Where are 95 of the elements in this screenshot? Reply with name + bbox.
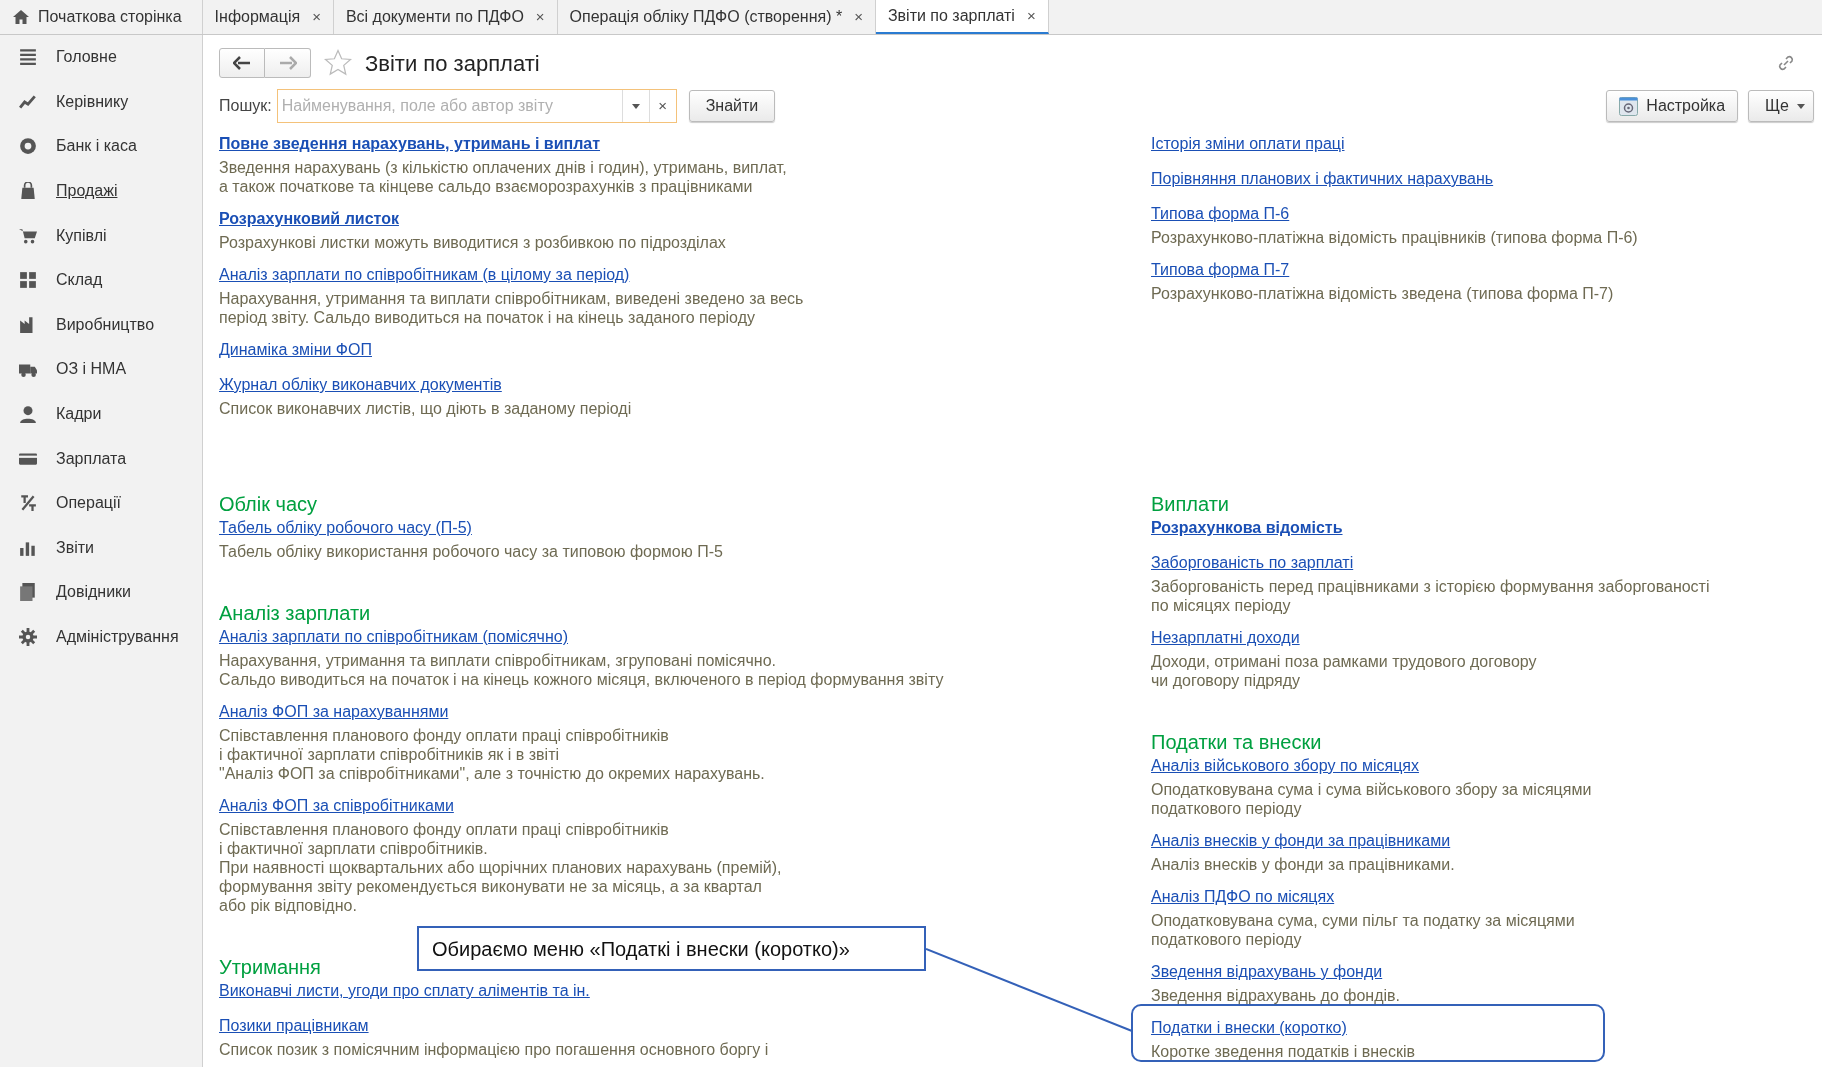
report-link[interactable]: Аналіз внесків у фонди за працівниками xyxy=(1151,829,1451,853)
documents-icon xyxy=(19,583,37,602)
callout-box: Обираємо меню «Податкі і внески (коротко)» xyxy=(417,926,926,971)
report-link[interactable]: Розрахунковий листок xyxy=(219,207,399,231)
tab[interactable]: Всі документи по ПДФО × xyxy=(333,0,558,34)
tab[interactable]: Інформація × xyxy=(202,0,334,34)
report-link[interactable]: Типова форма П-7 xyxy=(1151,258,1290,282)
search-field[interactable]: Найменування, поле або автор звіту × xyxy=(276,89,677,123)
page-title: Звіти по зарплаті xyxy=(365,49,540,78)
cart-icon xyxy=(19,226,37,245)
report-description: Розрахунково-платіжна відомість працівників (типова форма П-6) xyxy=(1151,228,1639,247)
gear-icon xyxy=(19,628,37,646)
menu-icon xyxy=(19,48,37,67)
sidebar-item[interactable]: Купівлі xyxy=(0,213,202,258)
more-button[interactable]: Ще xyxy=(1748,90,1814,122)
report-link[interactable]: Аналіз військового збору по місяцях xyxy=(1151,754,1419,778)
report-link[interactable]: Порівняння планових і фактичних нарахувань xyxy=(1151,167,1494,191)
report-description: Заборгованість перед працівниками з історією формування заборгованості по місяцях періоду xyxy=(1151,577,1711,615)
report-link[interactable]: Типова форма П-6 xyxy=(1151,202,1290,226)
find-button[interactable]: Знайти xyxy=(688,90,776,122)
close-icon[interactable]: × xyxy=(854,5,863,29)
sidebar-item[interactable]: Адміністрування xyxy=(0,614,202,660)
report-link[interactable]: Заборгованість по зарплаті xyxy=(1151,551,1354,575)
report-link[interactable]: Табель обліку робочого часу (П-5) xyxy=(219,516,472,540)
report-link[interactable]: Аналіз ФОП за співробітниками xyxy=(219,794,454,818)
close-icon[interactable]: × xyxy=(535,5,545,29)
tab[interactable]: Звіти по зарплаті × xyxy=(875,0,1049,34)
grid-icon xyxy=(19,271,37,290)
report-description: Співставлення планового фонду оплати праці співробітників і фактичної зарплати співробітників. При наявності щоквартальних або щорічних планових нарахувань (премій), формування звіту рекомендується виконувати не за місяць, а за квартал або рік відповідно. xyxy=(219,820,783,915)
settings-button[interactable]: Настройка xyxy=(1606,90,1739,122)
sidebar-item[interactable]: Продажі xyxy=(0,168,202,214)
sidebar-item[interactable]: Банк і каса xyxy=(0,124,202,169)
report-description: Співставлення планового фонду оплати праці співробітників і фактичної зарплати співробітників як і в звіті "Аналіз ФОП за співробітниками", але з точністю до окремих нарахувань. xyxy=(219,726,766,783)
settings-icon xyxy=(1619,96,1639,116)
report-link[interactable]: Розрахункова відомість xyxy=(1151,516,1343,540)
section-heading: Утримання xyxy=(219,955,321,979)
report-link[interactable]: Повне зведення нарахувань, утримань і виплат xyxy=(219,132,601,156)
report-description: Розрахункові листки можуть виводитися з розбивкою по підрозділах xyxy=(219,233,727,252)
report-description: Зведення нарахувань (з кількістю оплачених днів і годин), утримань, виплат, а також початкове та кінцеве сальдо взаєморозрахунків з працівниками xyxy=(219,158,788,196)
report-link[interactable]: Журнал обліку виконавчих документів xyxy=(219,373,502,397)
report-link[interactable]: Аналіз зарплати по співробітникам (помісячно) xyxy=(219,625,568,649)
person-icon xyxy=(19,405,37,424)
report-link[interactable]: Незарплатні доходи xyxy=(1151,626,1300,650)
sidebar-item[interactable]: Виробництво xyxy=(0,302,202,348)
tab[interactable]: Початкова сторінка xyxy=(0,0,203,34)
clear-button[interactable]: × xyxy=(648,90,676,122)
sidebar-item[interactable]: Операції xyxy=(0,480,202,526)
report-description: Зведення відрахувань до фондів. xyxy=(1151,986,1401,1005)
star-icon[interactable] xyxy=(323,48,353,78)
report-description: Список позик з помісячним інформацією про погашення основного боргу і xyxy=(219,1040,770,1059)
report-link[interactable]: Історія зміни оплати праці xyxy=(1151,132,1345,156)
close-icon[interactable]: × xyxy=(1026,4,1036,28)
report-description: Список виконавчих листів, що діють в заданому періоді xyxy=(219,399,633,418)
report-description: Аналіз внесків у фонди за працівниками. xyxy=(1151,855,1456,874)
caret-icon xyxy=(631,103,640,109)
bag-icon xyxy=(19,182,37,201)
report-description: Коротке зведення податків і внесків xyxy=(1151,1042,1416,1061)
tab[interactable]: Операція обліку ПДФО (створення) * × xyxy=(557,0,876,34)
search-label: Пошук: xyxy=(219,96,272,116)
tools-icon xyxy=(19,494,37,513)
arrow-right-icon xyxy=(278,56,297,70)
close-icon[interactable]: × xyxy=(312,5,321,29)
report-description: Оподатковувана сума і сума військового збору за місяцями податкового періоду xyxy=(1151,780,1593,818)
sidebar-item[interactable]: Головне xyxy=(0,35,202,80)
report-description: Доходи, отримані поза рамками трудового договору чи договору підряду xyxy=(1151,652,1538,690)
report-link[interactable]: Динаміка зміни ФОП xyxy=(219,338,372,362)
sidebar-item[interactable]: ОЗ і НМА xyxy=(0,347,202,392)
report-link[interactable]: Аналіз зарплати по співробітникам (в цілому за період) xyxy=(219,263,630,287)
report-link[interactable]: Податки і внески (коротко) xyxy=(1151,1016,1347,1040)
report-link[interactable]: Аналіз ФОП за нарахуваннями xyxy=(219,700,449,724)
report-link[interactable]: Аналіз ПДФО по місяцях xyxy=(1151,885,1335,909)
report-link[interactable]: Виконавчі листи, угоди про сплату аліментів та ін. xyxy=(219,979,590,1003)
coin-icon xyxy=(19,137,37,156)
sidebar-item[interactable]: Звіти xyxy=(0,525,202,571)
report-link[interactable]: Позики працівникам xyxy=(219,1014,369,1038)
sidebar-item[interactable]: Керівнику xyxy=(0,79,202,125)
sidebar-item[interactable]: Зарплата xyxy=(0,436,202,481)
section-heading: Облік часу xyxy=(219,492,318,516)
report-link[interactable]: Зведення відрахувань у фонди xyxy=(1151,960,1383,984)
section-heading: Податки та внески xyxy=(1151,730,1322,754)
section-heading: Аналіз зарплати xyxy=(219,601,371,625)
arrow-left-icon xyxy=(233,56,251,70)
section-heading: Виплати xyxy=(1151,492,1230,516)
report-description: Нарахування, утримання та виплати співробітникам, виведені зведено за весь період звіту. Сальдо виводиться на початок і на кінець заданого періоду xyxy=(219,289,805,327)
back-button[interactable] xyxy=(219,48,265,78)
sidebar-item[interactable]: Склад xyxy=(0,257,202,303)
home-icon xyxy=(12,9,30,25)
report-description: Оподатковувана сума, суми пільг та податку за місяцями податкового періоду xyxy=(1151,911,1576,949)
sidebar-item[interactable]: Довідники xyxy=(0,570,202,615)
report-description: Табель обліку використання робочого часу за типовою формою П-5 xyxy=(219,542,724,561)
sidebar-item[interactable]: Кадри xyxy=(0,391,202,437)
report-description: Розрахунково-платіжна відомість зведена (типова форма П-7) xyxy=(1151,284,1615,303)
caret-icon xyxy=(1797,103,1805,109)
link-icon[interactable] xyxy=(1776,53,1796,73)
report-description: Нарахування, утримання та виплати співробітникам, згруповані помісячно. Сальдо виводиться на початок і на кінець кожного місяця, включеного в період формування звіту xyxy=(219,651,945,689)
